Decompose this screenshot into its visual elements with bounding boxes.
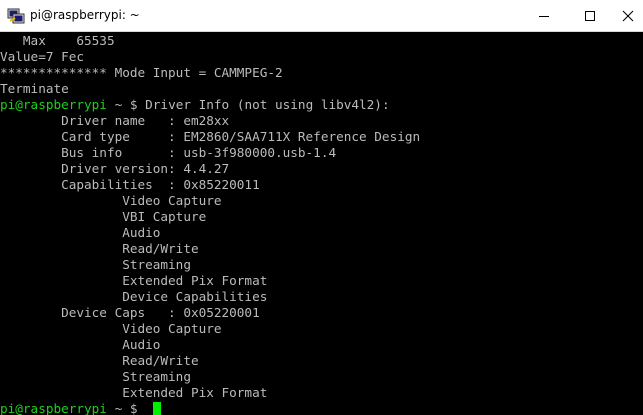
close-icon [622, 10, 634, 22]
terminal-line: Streaming [0, 257, 191, 272]
terminal-line: Bus info : usb-3f980000.usb-1.4 [0, 145, 337, 160]
maximize-button[interactable] [567, 0, 613, 31]
terminal-line: Card type : EM2860/SAA711X Reference Des… [0, 129, 421, 144]
terminal-line: ************** Mode Input = CAMMPEG-2 [0, 65, 283, 80]
putty-icon[interactable] [7, 7, 25, 25]
terminal-line: Device Caps : 0x05220001 [0, 305, 260, 320]
prompt-user: pi@raspberrypi [0, 97, 107, 112]
title-bar[interactable]: pi@raspberrypi: ~ [0, 0, 643, 32]
terminal-line: Streaming [0, 369, 191, 384]
terminal-line: Extended Pix Format [0, 273, 268, 288]
terminal-line: Read/Write [0, 241, 199, 256]
close-button[interactable] [613, 0, 643, 31]
terminal-line: Video Capture [0, 193, 222, 208]
prompt-path: ~ $ [106, 97, 146, 112]
prompt-line: pi@raspberrypi ~ $ [0, 401, 145, 415]
terminal-line: Read/Write [0, 353, 199, 368]
prompt-line: pi@raspberrypi ~ $ Driver Info (not usin… [0, 97, 390, 113]
terminal-line: Video Capture [0, 321, 222, 336]
terminal-line: Terminate [0, 81, 69, 96]
minimize-icon [539, 16, 549, 17]
terminal-line: Device Capabilities [0, 289, 268, 304]
terminal-line: Max 65535 [0, 33, 115, 48]
prompt-user: pi@raspberrypi [0, 401, 107, 415]
terminal-line: Capabilities : 0x85220011 [0, 177, 260, 192]
terminal-line: Driver version: 4.4.27 [0, 161, 230, 176]
terminal-line: Audio [0, 225, 161, 240]
terminal-line: Audio [0, 337, 161, 352]
prompt-path: ~ $ [106, 401, 146, 415]
terminal-window: pi@raspberrypi: ~ Max 65535 Value=7 Fec … [0, 0, 643, 415]
command-text: Driver Info (not using libv4l2): [145, 97, 390, 112]
terminal-output[interactable]: Max 65535 Value=7 Fec ************** Mod… [0, 33, 643, 415]
terminal-line: Extended Pix Format [0, 385, 268, 400]
terminal-line: VBI Capture [0, 209, 207, 224]
window-title: pi@raspberrypi: ~ [30, 8, 140, 22]
terminal-line: Driver name : em28xx [0, 113, 230, 128]
minimize-button[interactable] [521, 0, 567, 31]
maximize-icon [585, 11, 595, 21]
terminal-line: Value=7 Fec [0, 49, 85, 64]
text-cursor [153, 402, 161, 415]
